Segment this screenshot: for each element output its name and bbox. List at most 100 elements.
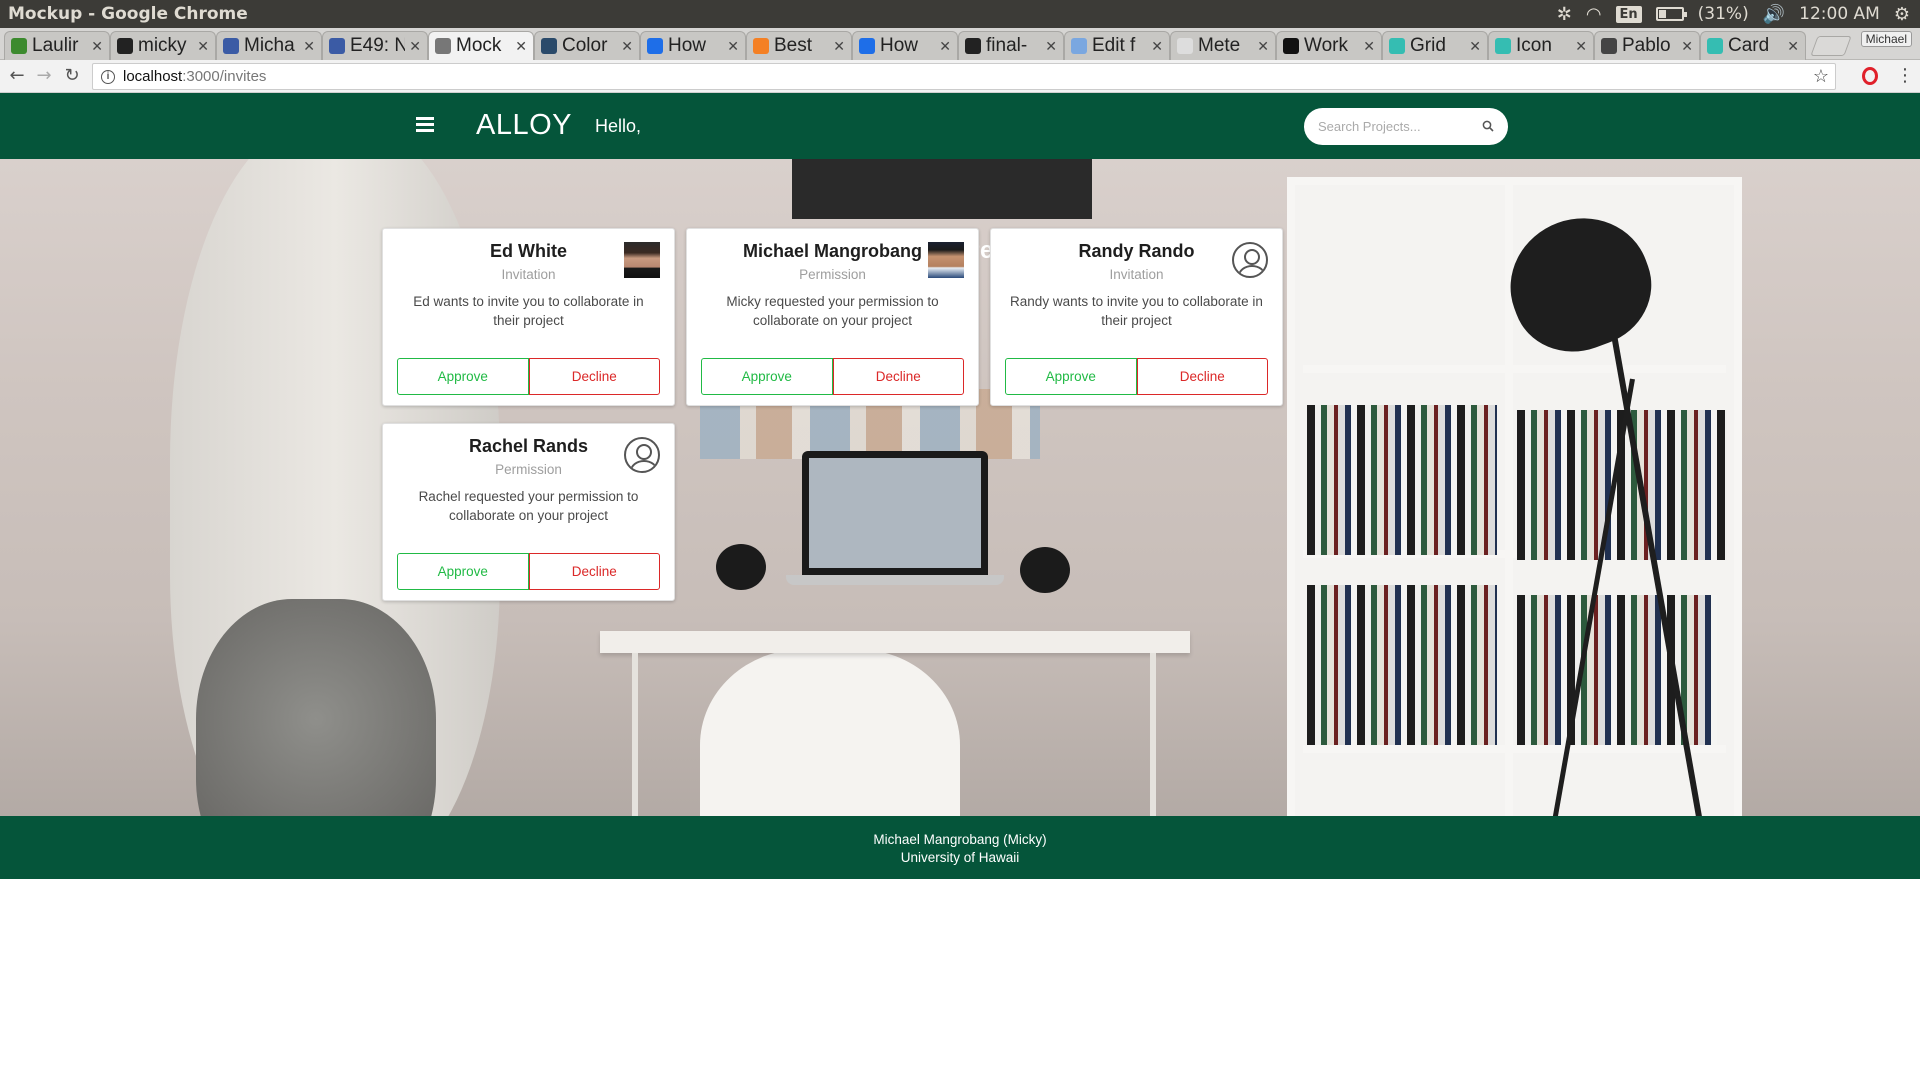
approve-button[interactable]: Approve [1005,358,1137,395]
clock[interactable]: 12:00 AM [1799,4,1880,24]
battery-icon[interactable] [1655,7,1687,21]
background-surf-deck [196,599,436,816]
tab-label: Color [562,35,608,56]
settings-gear-icon[interactable]: ✲ [1557,4,1572,25]
decline-button[interactable]: Decline [1136,358,1268,395]
back-arrow-icon[interactable]: ← [6,65,28,86]
page-icon [435,38,451,54]
stack-icon [753,38,769,54]
background-laptop-base [786,575,1004,585]
browser-tab[interactable]: E49: N ✕ [322,31,428,60]
language-indicator[interactable]: En [1615,5,1642,23]
tab-label: How [880,35,919,56]
background-speaker [716,544,766,590]
opera-extension-icon[interactable] [1862,67,1878,85]
brand-logo[interactable]: ALLOY [476,109,572,142]
tab-close-icon[interactable]: ✕ [515,38,527,55]
tab-close-icon[interactable]: ✕ [197,38,209,55]
tab-close-icon[interactable]: ✕ [1363,38,1375,55]
background-chair [700,649,960,816]
approve-button[interactable]: Approve [397,358,529,395]
tab-close-icon[interactable]: ✕ [833,38,845,55]
browser-tab[interactable]: Micha ✕ [216,31,322,60]
volume-icon[interactable]: 🔊 [1763,4,1785,25]
browser-tab[interactable]: Best ✕ [746,31,852,60]
browser-tab[interactable]: How ✕ [640,31,746,60]
tab-close-icon[interactable]: ✕ [1469,38,1481,55]
document-icon [223,38,239,54]
card-header: Rachel Rands Permission [383,424,674,477]
tab-label: E49: N [350,35,406,56]
background-desk [600,631,1190,653]
tab-label: Laulir [32,35,79,56]
user-outline-icon [624,437,660,473]
decline-button[interactable]: Decline [528,553,660,590]
card-actions: Approve Decline [1005,358,1268,395]
camera-icon [1283,38,1299,54]
address-bar[interactable]: i localhost :3000/invites ☆ [92,63,1836,90]
browser-tab[interactable]: How ✕ [852,31,958,60]
navbar: ALLOY Hello, [0,93,1920,159]
tab-close-icon[interactable]: ✕ [1257,38,1269,55]
card-header: Michael Mangrobang Permission [687,229,978,282]
sidebar-menu-icon[interactable] [416,117,434,133]
browser-tab[interactable]: Mete ✕ [1170,31,1276,60]
tab-close-icon[interactable]: ✕ [1681,38,1693,55]
browser-tab[interactable]: Grid ✕ [1382,31,1488,60]
background-books [1307,405,1497,555]
browser-tab[interactable]: Work ✕ [1276,31,1382,60]
power-gear-icon[interactable]: ⚙ [1894,4,1910,25]
document-icon [329,38,345,54]
decline-button[interactable]: Decline [528,358,660,395]
tab-close-icon[interactable]: ✕ [1045,38,1057,55]
tab-close-icon[interactable]: ✕ [1575,38,1587,55]
forward-arrow-icon[interactable]: → [33,65,55,86]
tab-close-icon[interactable]: ✕ [409,38,421,55]
wifi-icon[interactable]: ◠ [1586,4,1602,25]
tab-label: Work [1304,35,1348,56]
browser-tab[interactable]: Edit f ✕ [1064,31,1170,60]
profile-badge[interactable]: Michael [1860,31,1912,47]
footer-author: Michael Mangrobang (Micky) [873,832,1047,847]
cloud-icon [1071,38,1087,54]
background-desk-leg [1150,653,1156,816]
new-tab-button[interactable] [1810,36,1852,56]
tab-label: Card [1728,35,1770,56]
browser-tab[interactable]: Color ✕ [534,31,640,60]
search-input[interactable] [1318,116,1478,136]
battery-level [1658,10,1666,18]
reload-icon[interactable]: ↻ [61,65,83,86]
bookmark-star-icon[interactable]: ☆ [1813,66,1829,87]
user-outline-icon [1232,242,1268,278]
avatar [928,242,964,278]
tab-close-icon[interactable]: ✕ [1787,38,1799,55]
browser-tab[interactable]: final- ✕ [958,31,1064,60]
browser-tab[interactable]: Mock ✕ [428,31,534,60]
blank-icon [1177,38,1193,54]
browser-tab[interactable]: micky ✕ [110,31,216,60]
s-icon [1389,38,1405,54]
approve-button[interactable]: Approve [397,553,529,590]
github-icon [117,38,133,54]
browser-tab[interactable]: Pablo ✕ [1594,31,1700,60]
menu-kebab-icon[interactable]: ⋮ [1896,65,1914,86]
approve-button[interactable]: Approve [701,358,833,395]
tab-close-icon[interactable]: ✕ [621,38,633,55]
browser-tab[interactable]: Laulir ✕ [4,31,110,60]
search-icon[interactable] [1482,120,1494,132]
browser-tab[interactable]: Card ✕ [1700,31,1806,60]
tab-close-icon[interactable]: ✕ [91,38,103,55]
tab-close-icon[interactable]: ✕ [303,38,315,55]
card-header: Randy Rando Invitation [991,229,1282,282]
tab-label: Grid [1410,35,1446,56]
card-description: Rachel requested your permission to coll… [418,489,639,523]
shelf-board [1303,365,1726,373]
tab-close-icon[interactable]: ✕ [727,38,739,55]
decline-button[interactable]: Decline [832,358,964,395]
tab-label: Best [774,35,813,56]
tab-close-icon[interactable]: ✕ [1151,38,1163,55]
browser-tab[interactable]: Icon ✕ [1488,31,1594,60]
info-icon[interactable]: i [101,69,115,84]
background-desk-leg [632,653,638,816]
tab-close-icon[interactable]: ✕ [939,38,951,55]
